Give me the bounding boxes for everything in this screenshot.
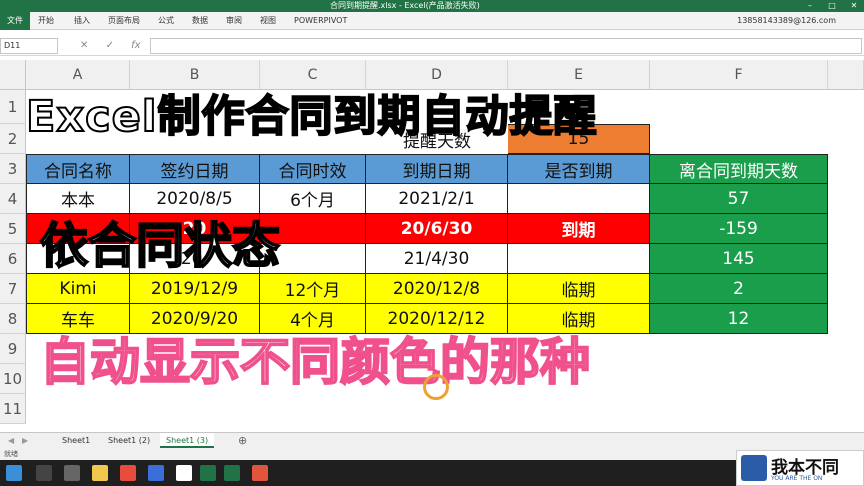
search-icon[interactable] [36, 465, 52, 481]
row-header-6[interactable]: 6 [0, 244, 26, 274]
tab-home[interactable]: 开始 [38, 12, 54, 30]
close-icon[interactable]: ✕ [844, 0, 864, 12]
watermark-subtext: YOU ARE THE ON [771, 475, 823, 482]
cell-term[interactable]: 12个月 [260, 274, 366, 304]
row-header-9[interactable]: 9 [0, 334, 26, 364]
cell-status[interactable] [508, 184, 650, 214]
tab-page-layout[interactable]: 页面布局 [108, 12, 140, 30]
sheet-tab-1[interactable]: Sheet1 [56, 433, 96, 448]
taskbar [0, 460, 864, 486]
status-bar: 就绪 [0, 448, 864, 460]
col-header-g[interactable] [828, 60, 864, 90]
tab-data[interactable]: 数据 [192, 12, 208, 30]
cell-due-date[interactable]: 21/4/30 [366, 244, 508, 274]
enter-icon[interactable]: ✓ [106, 40, 114, 51]
cell-days-left[interactable]: 145 [650, 244, 828, 274]
header-term[interactable]: 合同时效 [260, 154, 366, 184]
video-caption-overlay: 自动显示不同颜色的那种 [39, 332, 591, 392]
tab-review[interactable]: 审阅 [226, 12, 242, 30]
cancel-icon[interactable]: ✕ [80, 40, 88, 51]
minimize-icon[interactable]: – [800, 0, 820, 12]
cell-name[interactable]: Kimi [26, 274, 130, 304]
cell-days-left[interactable]: 2 [650, 274, 828, 304]
header-days-left[interactable]: 离合同到期天数 [650, 154, 828, 184]
header-sign-date[interactable]: 签约日期 [130, 154, 260, 184]
header-contract-name[interactable]: 合同名称 [26, 154, 130, 184]
cell-due-date[interactable]: 2021/2/1 [366, 184, 508, 214]
maximize-icon[interactable]: □ [822, 0, 842, 12]
formula-input[interactable] [150, 38, 862, 54]
sheet-tab-2[interactable]: Sheet1 (2) [102, 433, 156, 448]
excel-icon[interactable] [200, 465, 216, 481]
cell-status[interactable]: 到期 [508, 214, 650, 244]
task-view-icon[interactable] [64, 465, 80, 481]
file-explorer-icon[interactable] [92, 465, 108, 481]
cell-sign-date[interactable]: 2019/12/9 [130, 274, 260, 304]
row-header-8[interactable]: 8 [0, 304, 26, 334]
fx-icon[interactable]: fx [131, 40, 140, 51]
name-box[interactable]: D11 [0, 38, 58, 54]
row-header-2[interactable]: 2 [0, 124, 26, 154]
select-all-corner[interactable] [0, 60, 26, 90]
capture-icon[interactable] [252, 465, 268, 481]
cell-due-date[interactable]: 20/6/30 [366, 214, 508, 244]
header-due-date[interactable]: 到期日期 [366, 154, 508, 184]
row-header-5[interactable]: 5 [0, 214, 26, 244]
tab-powerpivot[interactable]: POWERPIVOT [294, 12, 347, 30]
row-header-4[interactable]: 4 [0, 184, 26, 214]
excel-icon[interactable] [224, 465, 240, 481]
cell-due-date[interactable]: 2020/12/8 [366, 274, 508, 304]
cell-days-left[interactable]: 57 [650, 184, 828, 214]
app-icon[interactable] [148, 465, 164, 481]
excel-window: 合同到期提醒.xlsx - Excel(产品激活失败) – □ ✕ 文件 开始 … [0, 0, 864, 486]
formula-icons: ✕ ✓ fx [80, 38, 141, 54]
title-bar: 合同到期提醒.xlsx - Excel(产品激活失败) – □ ✕ [0, 0, 864, 12]
video-title-overlay: Excel制作合同到期自动提醒 [25, 91, 598, 143]
header-is-due[interactable]: 是否到期 [508, 154, 650, 184]
ribbon: 文件 开始 插入 页面布局 公式 数据 审阅 视图 POWERPIVOT 138… [0, 12, 864, 30]
browser-icon[interactable] [120, 465, 136, 481]
cell-days-left[interactable]: -159 [650, 214, 828, 244]
tab-view[interactable]: 视图 [260, 12, 276, 30]
scroll-right-icon[interactable]: ▶ [16, 433, 34, 448]
account-email[interactable]: 13858143389@126.com [737, 12, 836, 30]
cell-days-left[interactable]: 12 [650, 304, 828, 334]
row-header-7[interactable]: 7 [0, 274, 26, 304]
watermark-logo-icon [741, 455, 767, 481]
window-title: 合同到期提醒.xlsx - Excel(产品激活失败) [330, 1, 480, 10]
tab-formulas[interactable]: 公式 [158, 12, 174, 30]
row-header-11[interactable]: 11 [0, 394, 26, 424]
video-subtitle-overlay: 依合同状态 [39, 217, 281, 275]
watermark: 我本不同 YOU ARE THE ON [736, 450, 864, 486]
tab-insert[interactable]: 插入 [74, 12, 90, 30]
sheet-tab-bar: ◀ ▶ Sheet1 Sheet1 (2) Sheet1 (3) ⊕ [0, 432, 864, 448]
notes-icon[interactable] [176, 465, 192, 481]
formula-bar: D11 ✕ ✓ fx [0, 36, 864, 56]
file-tab[interactable]: 文件 [0, 12, 30, 30]
row-header-10[interactable]: 10 [0, 364, 26, 394]
start-icon[interactable] [6, 465, 22, 481]
cell-status[interactable] [508, 244, 650, 274]
click-highlight [423, 374, 449, 400]
row-header-1[interactable]: 1 [0, 90, 26, 124]
row-header-3[interactable]: 3 [0, 154, 26, 184]
add-sheet-icon[interactable]: ⊕ [232, 433, 253, 448]
col-header-f[interactable]: F [650, 60, 828, 90]
cell-status[interactable]: 临期 [508, 274, 650, 304]
sheet-tab-3[interactable]: Sheet1 (3) [160, 433, 215, 448]
